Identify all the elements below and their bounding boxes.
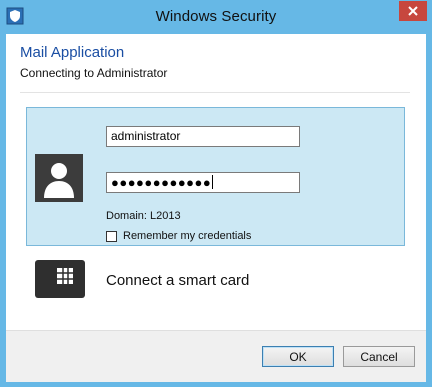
title-bar: Windows Security [0,0,432,34]
remember-label: Remember my credentials [123,230,252,242]
password-mask: ●●●●●●●●●●●● [111,175,212,190]
window-title: Windows Security [155,8,277,25]
smart-card-option[interactable]: Connect a smart card [26,256,405,312]
text-caret [212,175,214,189]
dialog-content: Mail Application Connecting to Administr… [6,34,426,382]
windows-security-dialog: Windows Security Mail Application Connec… [0,0,432,387]
app-name-heading: Mail Application [20,44,125,61]
divider [20,92,410,93]
button-bar: OK Cancel [6,330,426,382]
remember-checkbox[interactable] [106,230,117,242]
ok-button[interactable]: OK [262,346,334,367]
credential-tile[interactable]: administrator ●●●●●●●●●●●● Domain: L2013… [26,107,405,246]
cancel-button[interactable]: Cancel [343,346,415,367]
smart-card-label: Connect a smart card [106,272,250,289]
connection-subtitle: Connecting to Administrator [20,66,168,80]
password-field[interactable]: ●●●●●●●●●●●● [106,172,300,193]
close-icon [408,6,418,16]
user-avatar-icon [35,154,83,202]
domain-label: Domain: L2013 [106,210,181,222]
close-button[interactable] [399,1,427,21]
username-field[interactable]: administrator [106,126,300,147]
remember-credentials[interactable]: Remember my credentials [106,230,251,242]
smart-card-icon [35,260,85,298]
